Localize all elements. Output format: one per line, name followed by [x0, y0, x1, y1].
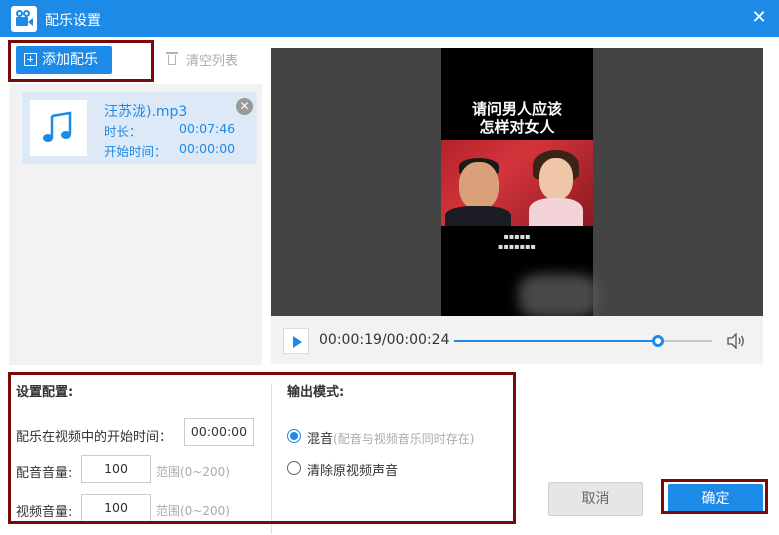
mix-audio-radio[interactable] [287, 429, 301, 443]
video-volume-input[interactable]: 100 [81, 494, 151, 522]
video-still-image [441, 140, 593, 226]
duration-label: 时长： [104, 124, 142, 139]
music-note-icon [30, 100, 87, 156]
video-preview[interactable]: 请问男人应该 怎样对女人 ▪▪▪▪▪ ▪▪▪▪▪▪▪ [271, 48, 763, 318]
duration-value: 00:07:46 [179, 121, 236, 136]
mix-audio-label: 混音 [307, 432, 334, 447]
music-volume-label: 配音音量: [16, 466, 73, 481]
player-controls: 00:00:19/00:00:24 [271, 316, 763, 364]
clear-audio-radio[interactable] [287, 461, 301, 475]
music-volume-range: 范围(0~200) [156, 465, 230, 479]
cancel-button[interactable]: 取消 [548, 482, 643, 516]
start-time-value: 00:00:00 [179, 141, 236, 156]
remove-music-icon[interactable]: ✕ [236, 98, 253, 115]
caption-line-2: 怎样对女人 [479, 118, 555, 136]
video-volume-range: 范围(0~200) [156, 504, 230, 518]
add-music-button[interactable]: 添加配乐 [16, 46, 112, 74]
video-caption: 请问男人应该 怎样对女人 [441, 100, 593, 136]
start-time-label: 开始时间： [104, 144, 167, 159]
music-file-name: 汪苏泷).mp3 [104, 104, 188, 120]
music-list-item[interactable]: 汪苏泷).mp3 时长： 00:07:46 开始时间： 00:00:00 ✕ [22, 92, 257, 164]
clear-list-button[interactable]: 清空列表 [166, 50, 238, 69]
blur-overlay [519, 274, 599, 318]
mix-audio-note: (配音与视频音乐同时存在) [333, 432, 475, 446]
trash-icon [166, 51, 178, 65]
output-mode-title: 输出模式: [287, 385, 345, 400]
window-title: 配乐设置 [45, 13, 101, 29]
plus-icon [24, 53, 37, 66]
title-bar: 配乐设置 ✕ [0, 0, 779, 37]
caption-line-1: 请问男人应该 [471, 100, 562, 118]
video-camera-icon [11, 6, 37, 32]
seek-handle[interactable] [651, 335, 664, 347]
seek-progress [454, 340, 658, 342]
time-display: 00:00:19/00:00:24 [319, 332, 450, 348]
add-music-label: 添加配乐 [42, 52, 98, 68]
clear-list-label: 清空列表 [186, 54, 239, 69]
music-volume-input[interactable]: 100 [81, 455, 151, 483]
start-time-input[interactable]: 00:00:00 [184, 418, 254, 446]
volume-icon[interactable] [726, 332, 746, 350]
video-watermark: ▪▪▪▪▪ ▪▪▪▪▪▪▪ [498, 232, 536, 251]
confirm-button[interactable]: 确定 [668, 484, 763, 514]
mix-audio-option[interactable]: 混音(配音与视频音乐同时存在) [307, 428, 474, 447]
start-time-in-video-label: 配乐在视频中的开始时间： [16, 430, 173, 445]
close-icon[interactable]: ✕ [747, 6, 771, 30]
settings-divider [271, 384, 272, 534]
settings-title: 设置配置: [16, 385, 74, 400]
play-icon[interactable] [283, 328, 309, 354]
music-settings-dialog: 配乐设置 ✕ 添加配乐 清空列表 汪苏泷).mp3 时长： 00:07:46 开… [0, 0, 779, 535]
seek-bar[interactable] [454, 335, 712, 347]
clear-audio-label[interactable]: 清除原视频声音 [307, 460, 398, 479]
video-volume-label: 视频音量: [16, 505, 73, 520]
